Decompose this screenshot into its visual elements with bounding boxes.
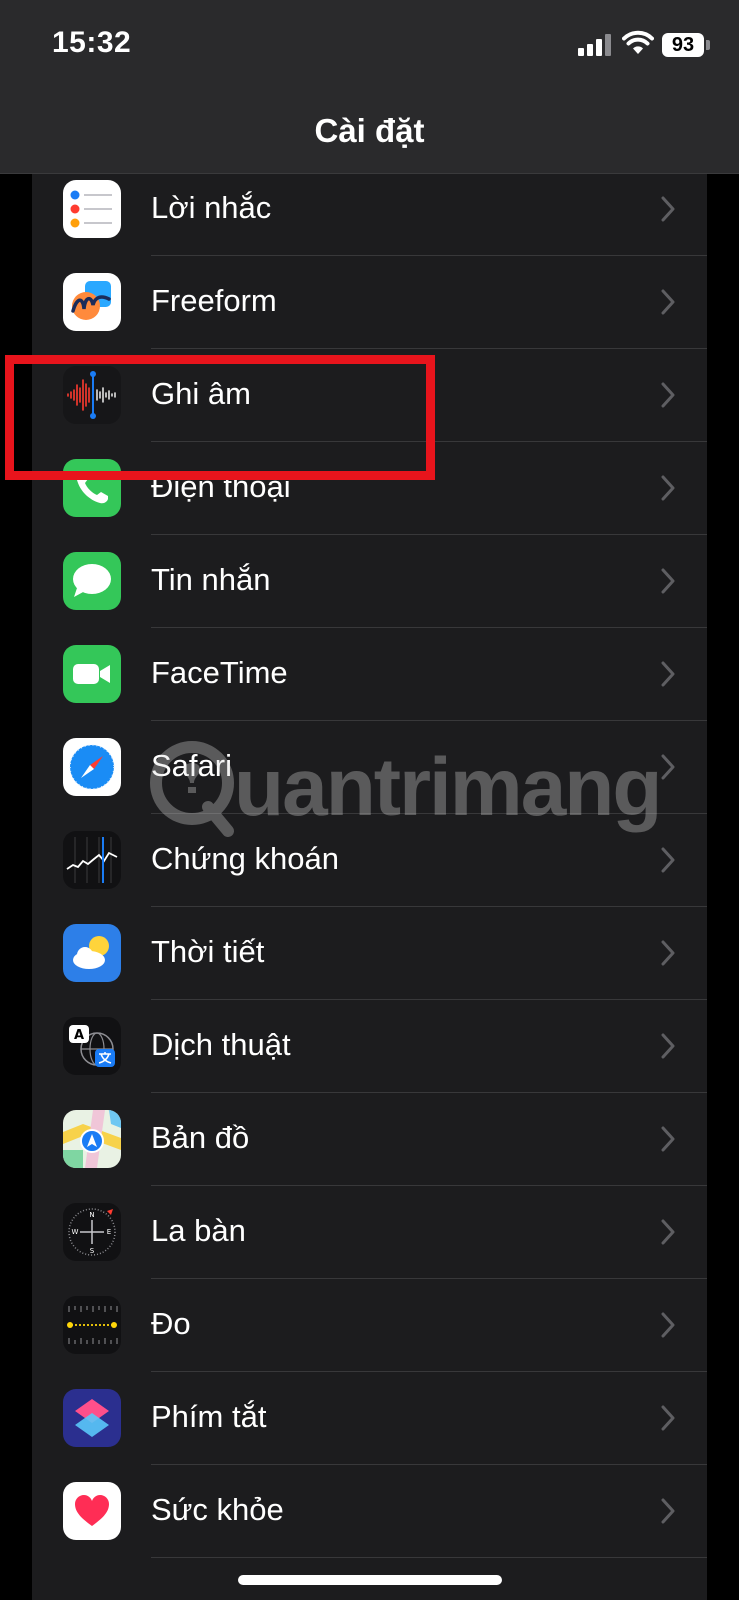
chevron-right-icon bbox=[661, 475, 675, 501]
status-bar: 15:32 93 bbox=[0, 0, 739, 100]
safari-icon bbox=[63, 738, 121, 796]
measure-icon bbox=[63, 1296, 121, 1354]
chevron-right-icon bbox=[661, 847, 675, 873]
navigation-bar: Cài đặt bbox=[0, 100, 739, 174]
svg-text:A: A bbox=[74, 1028, 84, 1043]
settings-list: Lời nhắc Freeform Ghi âm Điện thoại Tin … bbox=[32, 174, 707, 1600]
svg-text:E: E bbox=[107, 1228, 111, 1236]
settings-row-facetime[interactable]: FaceTime bbox=[32, 627, 707, 721]
chevron-right-icon bbox=[661, 940, 675, 966]
chevron-right-icon bbox=[661, 1405, 675, 1431]
battery-cap bbox=[706, 40, 710, 50]
settings-row-voice-memos[interactable]: Ghi âm bbox=[32, 348, 707, 442]
settings-row-label: Phím tắt bbox=[151, 1399, 267, 1434]
svg-text:S: S bbox=[90, 1247, 95, 1255]
chevron-right-icon bbox=[661, 754, 675, 780]
settings-row-maps[interactable]: Bản đồ bbox=[32, 1092, 707, 1186]
stocks-icon bbox=[63, 831, 121, 889]
settings-row-label: Lời nhắc bbox=[151, 190, 272, 225]
reminders-icon bbox=[63, 180, 121, 238]
settings-row-measure[interactable]: Đo bbox=[32, 1278, 707, 1372]
settings-row-safari[interactable]: Safari bbox=[32, 720, 707, 814]
settings-row-label: Thời tiết bbox=[151, 934, 265, 969]
chevron-right-icon bbox=[661, 1219, 675, 1245]
chevron-right-icon bbox=[661, 382, 675, 408]
settings-row-reminders[interactable]: Lời nhắc bbox=[32, 174, 707, 256]
settings-row-phone[interactable]: Điện thoại bbox=[32, 441, 707, 535]
page-title: Cài đặt bbox=[314, 112, 425, 149]
settings-row-label: Bản đồ bbox=[151, 1120, 250, 1155]
svg-text:W: W bbox=[72, 1228, 79, 1236]
maps-icon bbox=[63, 1110, 121, 1168]
shortcuts-icon bbox=[63, 1389, 121, 1447]
battery-indicator: 93 bbox=[662, 33, 704, 57]
chevron-right-icon bbox=[661, 1126, 675, 1152]
chevron-right-icon bbox=[661, 1312, 675, 1338]
settings-row-label: Ghi âm bbox=[151, 376, 251, 411]
facetime-icon bbox=[63, 645, 121, 703]
chevron-right-icon bbox=[661, 661, 675, 687]
chevron-right-icon bbox=[661, 1033, 675, 1059]
settings-row-label: La bàn bbox=[151, 1213, 246, 1248]
settings-row-label: Freeform bbox=[151, 283, 277, 318]
settings-row-label: Sức khỏe bbox=[151, 1492, 284, 1527]
voice-memos-icon bbox=[63, 366, 121, 424]
chevron-right-icon bbox=[661, 289, 675, 315]
home-indicator[interactable] bbox=[238, 1575, 502, 1585]
translate-icon: A bbox=[63, 1017, 121, 1075]
settings-row-translate[interactable]: A Dịch thuật bbox=[32, 999, 707, 1093]
health-icon bbox=[63, 1482, 121, 1540]
settings-row-messages[interactable]: Tin nhắn bbox=[32, 534, 707, 628]
settings-row-label: Đo bbox=[151, 1306, 191, 1341]
weather-icon bbox=[63, 924, 121, 982]
settings-row-health[interactable]: Sức khỏe bbox=[32, 1464, 707, 1558]
svg-text:N: N bbox=[89, 1211, 94, 1219]
freeform-icon bbox=[63, 273, 121, 331]
settings-row-label: Điện thoại bbox=[151, 469, 291, 504]
settings-row-label: Chứng khoán bbox=[151, 841, 339, 876]
settings-row-label: Tin nhắn bbox=[151, 562, 271, 597]
settings-row-freeform[interactable]: Freeform bbox=[32, 255, 707, 349]
status-time: 15:32 bbox=[52, 26, 132, 59]
settings-row-label: Dịch thuật bbox=[151, 1027, 291, 1062]
settings-row-label: Safari bbox=[151, 748, 232, 783]
chevron-right-icon bbox=[661, 568, 675, 594]
settings-row-weather[interactable]: Thời tiết bbox=[32, 906, 707, 1000]
settings-row-shortcuts[interactable]: Phím tắt bbox=[32, 1371, 707, 1465]
settings-row-compass[interactable]: N S W E La bàn bbox=[32, 1185, 707, 1279]
compass-icon: N S W E bbox=[63, 1203, 121, 1261]
cellular-signal-icon bbox=[578, 34, 614, 56]
settings-row-stocks[interactable]: Chứng khoán bbox=[32, 813, 707, 907]
chevron-right-icon bbox=[661, 196, 675, 222]
phone-icon bbox=[63, 459, 121, 517]
chevron-right-icon bbox=[661, 1498, 675, 1524]
settings-row-label: FaceTime bbox=[151, 655, 288, 690]
messages-icon bbox=[63, 552, 121, 610]
row-separator bbox=[151, 1557, 707, 1558]
wifi-icon bbox=[622, 30, 654, 54]
